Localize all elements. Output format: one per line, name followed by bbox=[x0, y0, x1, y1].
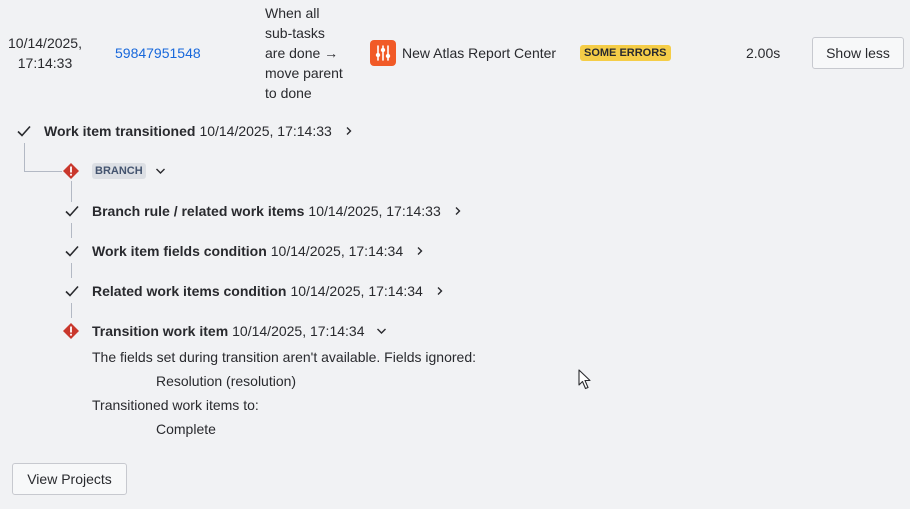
chevron-right-icon[interactable] bbox=[453, 206, 463, 216]
rule-name-line: are done → bbox=[265, 45, 339, 61]
detail-message: The fields set during transition aren't … bbox=[92, 349, 476, 365]
trace-root-timestamp: 10/14/2025, 17:14:33 bbox=[199, 123, 332, 139]
trace-root-title: Work item transitioned bbox=[44, 123, 196, 139]
trace-step[interactable]: Related work items condition 10/14/2025,… bbox=[92, 281, 445, 301]
trace-step-title: Work item fields condition bbox=[92, 243, 267, 259]
error-icon bbox=[62, 322, 80, 345]
trace-step-title: Related work items condition bbox=[92, 283, 287, 299]
execution-date-day: 10/14/2025, bbox=[8, 35, 82, 51]
chevron-down-icon[interactable] bbox=[155, 166, 166, 176]
trace-step-timestamp: 10/14/2025, 17:14:34 bbox=[270, 243, 404, 259]
execution-date-time: 17:14:33 bbox=[17, 55, 73, 71]
trace-step[interactable]: Work item fields condition 10/14/2025, 1… bbox=[92, 241, 425, 261]
check-icon bbox=[63, 202, 81, 225]
project-name: New Atlas Report Center bbox=[402, 45, 557, 61]
view-projects-button[interactable]: View Projects bbox=[12, 463, 127, 495]
detail-value: Resolution (resolution) bbox=[156, 373, 297, 389]
execution-id-link[interactable]: 59847951548 bbox=[115, 43, 201, 63]
chevron-right-icon[interactable] bbox=[435, 286, 445, 296]
trace-step-timestamp: 10/14/2025, 17:14:34 bbox=[290, 283, 423, 299]
execution-date: 10/14/2025, 17:14:33 bbox=[0, 33, 90, 73]
show-less-button[interactable]: Show less bbox=[812, 37, 904, 69]
chevron-down-icon[interactable] bbox=[376, 326, 387, 336]
rule-name-line: When all bbox=[265, 5, 320, 21]
status-badge: SOME ERRORS bbox=[580, 45, 671, 61]
rule-name-line: to done bbox=[265, 85, 312, 101]
trace-branch[interactable]: BRANCH bbox=[92, 161, 166, 181]
trace-step-title: Branch rule / related work items bbox=[92, 203, 305, 219]
tree-connector bbox=[71, 303, 72, 318]
duration: 2.00s bbox=[746, 45, 781, 61]
trace-step[interactable]: Transition work item 10/14/2025, 17:14:3… bbox=[92, 321, 387, 341]
trace-step-title: Transition work item bbox=[92, 323, 229, 339]
rule-name-line: sub-tasks bbox=[265, 25, 325, 41]
trace-step[interactable]: Branch rule / related work items 10/14/2… bbox=[92, 201, 463, 221]
trace-step-timestamp: 10/14/2025, 17:14:34 bbox=[232, 323, 365, 339]
mouse-cursor-icon bbox=[578, 369, 592, 395]
check-icon bbox=[15, 122, 33, 145]
chevron-right-icon[interactable] bbox=[344, 126, 354, 136]
trace-root[interactable]: Work item transitioned 10/14/2025, 17:14… bbox=[44, 121, 354, 141]
rule-name-line: move parent bbox=[265, 65, 343, 81]
error-icon bbox=[62, 162, 80, 185]
rule-name: When all sub-tasks are done → move paren… bbox=[265, 3, 357, 103]
tree-connector bbox=[24, 143, 25, 171]
project-avatar-icon bbox=[370, 40, 396, 66]
check-icon bbox=[63, 242, 81, 265]
tree-connector bbox=[71, 223, 72, 238]
chevron-right-icon[interactable] bbox=[415, 246, 425, 256]
branch-badge: BRANCH bbox=[92, 163, 146, 179]
detail-message: Transitioned work items to: bbox=[92, 397, 259, 413]
project-link[interactable]: New Atlas Report Center bbox=[370, 40, 556, 66]
check-icon bbox=[63, 282, 81, 305]
tree-connector bbox=[24, 171, 62, 172]
tree-connector bbox=[71, 263, 72, 278]
detail-value: Complete bbox=[156, 421, 216, 437]
trace-step-timestamp: 10/14/2025, 17:14:33 bbox=[308, 203, 441, 219]
